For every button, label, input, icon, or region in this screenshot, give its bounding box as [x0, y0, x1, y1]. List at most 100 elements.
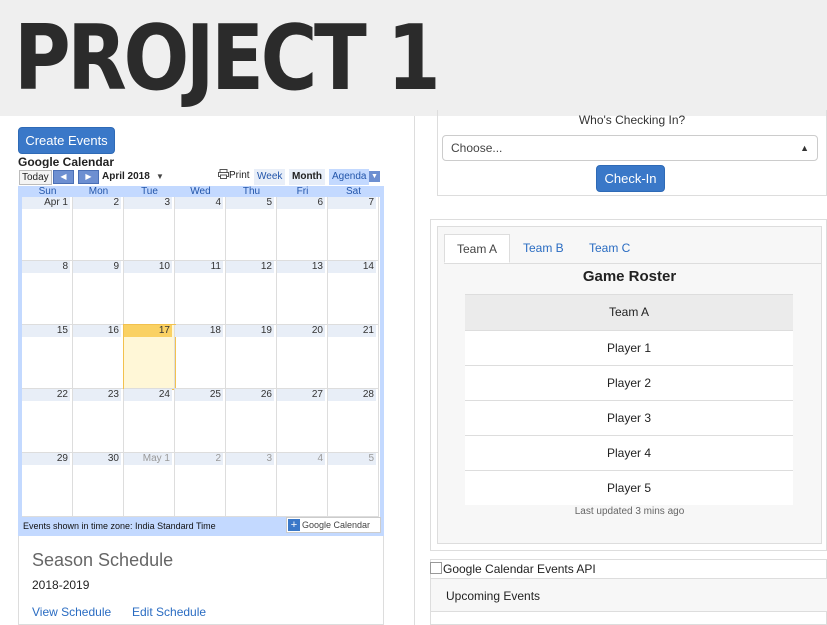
tab-team-b[interactable]: Team B	[511, 234, 576, 263]
day-number: 10	[124, 261, 172, 273]
calendar-day-cell[interactable]: 5	[328, 453, 379, 517]
calendar-day-cell[interactable]: 8	[22, 261, 73, 325]
month-dropdown-icon[interactable]: ▼	[156, 170, 164, 183]
calendar-day-cell[interactable]: 14	[328, 261, 379, 325]
create-events-button[interactable]: Create Events	[18, 127, 115, 154]
tab-agenda[interactable]: Agenda	[329, 169, 370, 185]
day-number: 23	[73, 389, 121, 401]
broken-image-icon	[430, 562, 442, 574]
day-number: 15	[22, 325, 70, 337]
column-divider	[414, 116, 415, 625]
weekday-header-row: Sun Mon Tue Wed Thu Fri Sat	[22, 186, 380, 197]
edit-schedule-link[interactable]: Edit Schedule	[132, 605, 206, 619]
checkin-select[interactable]: Choose... ▲	[442, 135, 818, 161]
weekday-label: Fri	[296, 186, 309, 197]
day-number: 8	[22, 261, 70, 273]
calendar-day-cell[interactable]: 3	[124, 197, 175, 261]
header-banner: PROJECT 1	[0, 0, 827, 116]
calendar-day-cell[interactable]: 25	[175, 389, 226, 453]
calendar-day-cell[interactable]: 2	[73, 197, 124, 261]
day-number: May 1	[124, 453, 172, 465]
tab-week[interactable]: Week	[254, 169, 286, 185]
calendar-day-cell[interactable]: Apr 1	[22, 197, 73, 261]
api-image-alt: Google Calendar Events API	[443, 562, 596, 576]
calendar-day-cell[interactable]: 21	[328, 325, 379, 389]
calendar-day-cell[interactable]: 4	[277, 453, 328, 517]
weekday-label: Wed	[190, 186, 211, 197]
calendar-day-cell[interactable]: 11	[175, 261, 226, 325]
tab-month[interactable]: Month	[289, 169, 325, 185]
calendar-day-cell[interactable]: 5	[226, 197, 277, 261]
day-number: 2	[73, 197, 121, 209]
google-calendar-badge-label: Google Calendar	[302, 520, 371, 530]
plus-icon: +	[288, 519, 300, 531]
day-number: 2	[175, 453, 223, 465]
day-number: 13	[277, 261, 325, 273]
day-number: 14	[328, 261, 376, 273]
calendar-day-cell[interactable]: 6	[277, 197, 328, 261]
calendar-day-cell[interactable]: 26	[226, 389, 277, 453]
calendar-day-cell[interactable]: 16	[73, 325, 124, 389]
calendar-day-cell[interactable]: 10	[124, 261, 175, 325]
calendar-day-cell[interactable]: 27	[277, 389, 328, 453]
timezone-note: Events shown in time zone: India Standar…	[23, 521, 216, 531]
day-number: 6	[277, 197, 325, 209]
calendar-day-cell[interactable]: 7	[328, 197, 379, 261]
season-year: 2018-2019	[32, 578, 90, 592]
table-row: Player 1	[465, 330, 793, 365]
checkin-label: Who's Checking In?	[578, 113, 686, 127]
day-number: 5	[226, 197, 274, 209]
print-link[interactable]: Print	[218, 169, 250, 183]
weekday-label: Tue	[141, 186, 158, 197]
calendar-day-cell[interactable]: 28	[328, 389, 379, 453]
last-updated-text: Last updated 3 mins ago	[574, 506, 685, 517]
prev-month-icon[interactable]: ◀	[53, 170, 74, 184]
calendar-day-cell[interactable]: 12	[226, 261, 277, 325]
day-number: 9	[73, 261, 121, 273]
calendar-day-cell[interactable]: 20	[277, 325, 328, 389]
chevron-down-icon[interactable]: ▼	[369, 171, 380, 182]
season-title: Season Schedule	[32, 550, 174, 570]
month-grid: Apr 1 2 3 4 5 6 7 8 9 10 11 12 13 14 15 16 17 18 19 20 21 22 2…	[22, 197, 380, 517]
tab-team-a[interactable]: Team A	[444, 234, 511, 263]
calendar-heading: Google Calendar	[18, 155, 115, 169]
day-number: 27	[277, 389, 325, 401]
calendar-day-cell[interactable]: 23	[73, 389, 124, 453]
view-schedule-link[interactable]: View Schedule	[32, 605, 111, 619]
calendar-day-cell[interactable]: 3	[226, 453, 277, 517]
calendar-day-cell[interactable]: 13	[277, 261, 328, 325]
checkin-select-value: Choose...	[451, 141, 503, 155]
roster-table: Team A Player 1 Player 2 Player 3 Player…	[465, 294, 793, 505]
today-button[interactable]: Today	[19, 170, 52, 185]
calendar-day-cell[interactable]: 4	[175, 197, 226, 261]
day-number: 7	[328, 197, 376, 209]
tab-team-c[interactable]: Team C	[577, 234, 642, 263]
calendar-day-cell[interactable]: 17	[123, 324, 176, 390]
calendar-day-cell[interactable]: 19	[226, 325, 277, 389]
day-number: 22	[22, 389, 70, 401]
table-row: Player 4	[465, 435, 793, 470]
day-number: 11	[175, 261, 223, 273]
calendar-day-cell[interactable]: 22	[22, 389, 73, 453]
checkin-button[interactable]: Check-In	[596, 165, 665, 192]
day-number: 17	[124, 325, 172, 337]
calendar-day-cell[interactable]: 29	[22, 453, 73, 517]
calendar-day-cell[interactable]: May 1	[124, 453, 175, 517]
day-number: 25	[175, 389, 223, 401]
calendar-day-cell[interactable]: 30	[73, 453, 124, 517]
calendar-day-cell[interactable]: 9	[73, 261, 124, 325]
day-number: 5	[328, 453, 376, 465]
calendar-day-cell[interactable]: 15	[22, 325, 73, 389]
next-month-icon[interactable]: ▶	[78, 170, 99, 184]
calendar-day-cell[interactable]: 2	[175, 453, 226, 517]
calendar-day-cell[interactable]: 24	[124, 389, 175, 453]
day-number: 3	[124, 197, 172, 209]
day-number: 16	[73, 325, 121, 337]
current-month-label: April 2018	[102, 171, 150, 182]
weekday-label: Mon	[88, 186, 109, 197]
calendar-day-cell[interactable]: 18	[175, 325, 226, 389]
roster-title: Game Roster	[582, 268, 677, 285]
add-to-google-calendar-button[interactable]: + Google Calendar	[286, 517, 381, 533]
page-title: PROJECT 1	[14, 6, 441, 111]
day-number: 24	[124, 389, 172, 401]
